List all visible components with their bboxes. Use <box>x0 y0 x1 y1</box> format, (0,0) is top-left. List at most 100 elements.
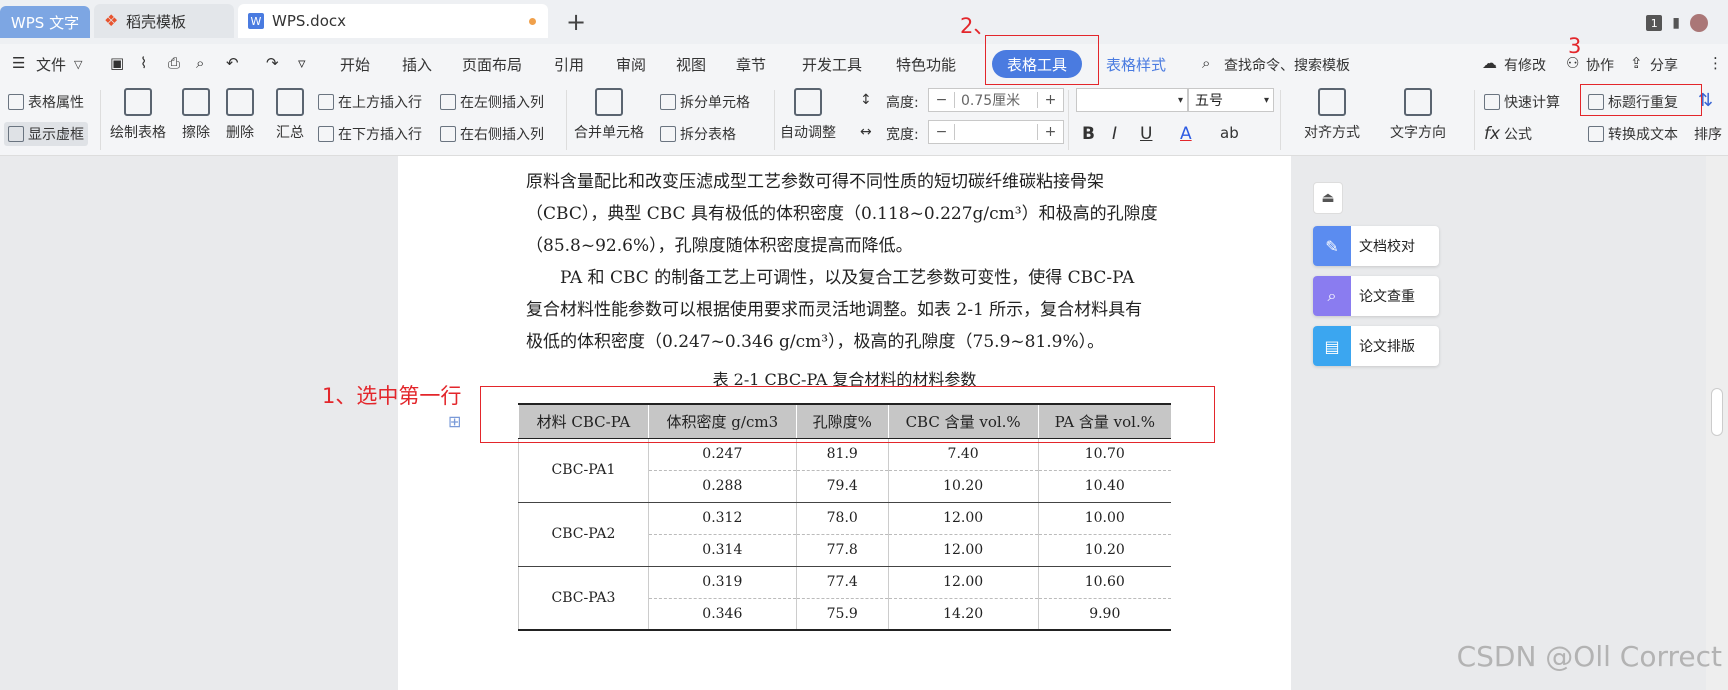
avatar[interactable] <box>1690 14 1708 32</box>
search-command[interactable]: 查找命令、搜索模板 <box>1224 55 1350 75</box>
table-cell[interactable]: 0.346 <box>647 598 797 631</box>
table-cell[interactable]: 0.288 <box>647 470 797 503</box>
search-icon[interactable]: ⌕ <box>1202 54 1210 72</box>
group-name-cell[interactable]: CBC-PA3 <box>518 566 649 631</box>
table-handle-icon[interactable]: ⊞ <box>448 412 461 431</box>
sort-button[interactable]: 排序 <box>1694 124 1722 144</box>
new-tab-button[interactable]: + <box>566 8 586 36</box>
insert-left-button[interactable]: 在左侧插入列 <box>440 92 544 112</box>
hamburger-icon[interactable]: ☰ <box>12 54 25 72</box>
save-icon[interactable]: ▣ <box>110 54 124 72</box>
bold-button[interactable]: B <box>1082 124 1095 144</box>
table-cell[interactable]: 10.20 <box>887 470 1039 503</box>
split-cell-button[interactable]: 拆分单元格 <box>660 92 750 112</box>
tab-wps-writer[interactable]: WPS 文字 <box>0 6 90 38</box>
auto-fit-button[interactable]: 自动调整 <box>780 88 836 142</box>
tab-template[interactable]: ❖ 稻壳模板 <box>94 4 234 38</box>
insert-above-button[interactable]: 在上方插入行 <box>318 92 422 112</box>
customize-icon[interactable]: ▿ <box>298 54 306 72</box>
table-cell[interactable]: 0.314 <box>647 534 797 567</box>
table-row[interactable]: CBC-PA2 0.312 78.0 12.00 10.00 <box>518 502 1171 567</box>
proofread-button[interactable]: ✎ 文档校对 <box>1313 226 1439 266</box>
table-props-button[interactable]: 表格属性 <box>8 92 84 112</box>
group-name-cell[interactable]: CBC-PA1 <box>518 438 649 503</box>
menu-review[interactable]: 审阅 <box>616 54 646 75</box>
print-icon[interactable]: ⎙ <box>168 54 180 72</box>
formula-button[interactable]: fx 公式 <box>1484 124 1532 144</box>
table-cell[interactable]: 77.8 <box>795 534 889 567</box>
menu-start[interactable]: 开始 <box>340 54 370 75</box>
height-increase-button[interactable]: + <box>1037 92 1063 108</box>
underline-button[interactable]: U <box>1140 124 1152 144</box>
group-name-cell[interactable]: CBC-PA2 <box>518 502 649 567</box>
merge-cells-button[interactable]: 合并单元格 <box>574 88 644 142</box>
sidebar-toggle-icon[interactable]: ▮ <box>1672 15 1680 31</box>
height-decrease-button[interactable]: − <box>929 92 955 108</box>
font-size-value[interactable]: 五号 <box>1189 90 1264 110</box>
table-cell[interactable]: 79.4 <box>795 470 889 503</box>
table-cell[interactable]: 10.60 <box>1037 566 1171 599</box>
text-direction-button[interactable]: 文字方向 <box>1390 88 1446 142</box>
width-increase-button[interactable]: + <box>1037 124 1063 140</box>
menu-reference[interactable]: 引用 <box>554 54 584 75</box>
table-cell[interactable]: 0.312 <box>647 502 797 535</box>
share-button[interactable]: 分享 <box>1650 55 1678 75</box>
table-cell[interactable]: 10.00 <box>1037 502 1171 535</box>
align-button[interactable]: 对齐方式 <box>1304 88 1360 142</box>
print-preview-icon[interactable]: ⌕ <box>196 54 204 72</box>
table-cell[interactable]: 12.00 <box>887 534 1039 567</box>
menu-special[interactable]: 特色功能 <box>896 54 956 75</box>
modified-status[interactable]: 有修改 <box>1504 55 1546 75</box>
summary-button[interactable]: 汇总 <box>276 88 304 142</box>
menu-table-style[interactable]: 表格样式 <box>1106 54 1166 75</box>
menu-dev-tools[interactable]: 开发工具 <box>802 54 862 75</box>
paper-layout-button[interactable]: ▤ 论文排版 <box>1313 326 1439 366</box>
insert-right-button[interactable]: 在右侧插入列 <box>440 124 544 144</box>
table-cell[interactable]: 77.4 <box>795 566 889 599</box>
redo-icon[interactable]: ↷ <box>266 54 279 72</box>
scrollbar-thumb[interactable] <box>1711 388 1723 436</box>
menu-file[interactable]: 文件 <box>36 54 66 75</box>
italic-button[interactable]: I <box>1112 124 1117 144</box>
font-color-button[interactable]: A <box>1180 124 1192 144</box>
width-decrease-button[interactable]: − <box>929 124 955 140</box>
height-stepper[interactable]: − 0.75厘米 + <box>928 88 1064 112</box>
table-cell[interactable]: 75.9 <box>795 598 889 631</box>
height-value[interactable]: 0.75厘米 <box>955 90 1037 110</box>
tab-document[interactable]: W WPS.docx <box>238 4 548 38</box>
table-cell[interactable]: 12.00 <box>887 566 1039 599</box>
collapse-icon[interactable]: ⏏ <box>1313 182 1343 214</box>
table-cell[interactable]: 10.20 <box>1037 534 1171 567</box>
table-cell[interactable]: 78.0 <box>795 502 889 535</box>
paper-check-button[interactable]: ⌕ 论文查重 <box>1313 276 1439 316</box>
draw-table-button[interactable]: 绘制表格 <box>110 88 166 142</box>
delete-button[interactable]: 删除 <box>226 88 254 142</box>
font-size-select[interactable]: 五号 ▾ <box>1188 88 1274 112</box>
menu-view[interactable]: 视图 <box>676 54 706 75</box>
vertical-scrollbar[interactable] <box>1706 156 1728 690</box>
table-cell[interactable]: 9.90 <box>1037 598 1171 631</box>
width-stepper[interactable]: − + <box>928 120 1064 144</box>
convert-text-button[interactable]: 转换成文本 <box>1588 124 1678 144</box>
window-count-badge[interactable]: 1 <box>1646 15 1663 31</box>
menu-page-layout[interactable]: 页面布局 <box>462 54 522 75</box>
show-grid-button[interactable]: 显示虚框 <box>4 122 88 146</box>
quick-calc-button[interactable]: 快速计算 <box>1484 92 1560 112</box>
table-row[interactable]: CBC-PA3 0.319 77.4 12.00 10.60 <box>518 566 1171 631</box>
font-name-select[interactable]: ▾ <box>1076 88 1188 112</box>
menu-insert[interactable]: 插入 <box>402 54 432 75</box>
table-cell[interactable]: 0.319 <box>647 566 797 599</box>
insert-below-button[interactable]: 在下方插入行 <box>318 124 422 144</box>
table-cell[interactable]: 12.00 <box>887 502 1039 535</box>
chevron-down-icon[interactable]: ▽ <box>74 58 82 71</box>
more-icon[interactable]: ⋮ <box>1708 54 1723 72</box>
table-cell[interactable]: 14.20 <box>887 598 1039 631</box>
menu-chapter[interactable]: 章节 <box>736 54 766 75</box>
format-painter-icon[interactable]: ⌇ <box>140 54 147 72</box>
undo-icon[interactable]: ↶ <box>226 54 239 72</box>
highlight-icon[interactable]: ab <box>1220 124 1239 142</box>
table-cell[interactable]: 10.40 <box>1037 470 1171 503</box>
collab-button[interactable]: 协作 <box>1586 55 1614 75</box>
erase-button[interactable]: 擦除 <box>182 88 210 142</box>
split-table-button[interactable]: 拆分表格 <box>660 124 736 144</box>
